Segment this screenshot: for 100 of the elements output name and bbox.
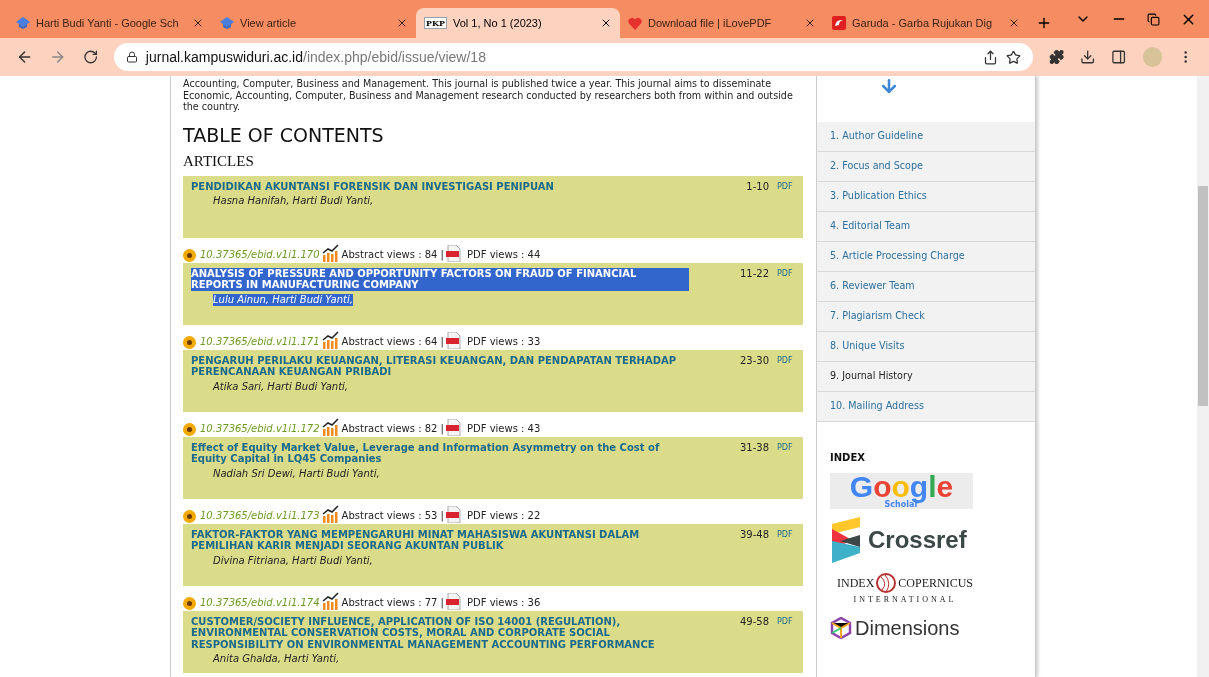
close-icon[interactable]	[1008, 17, 1020, 29]
address-bar[interactable]: jurnal.kampuswiduri.ac.id/index.php/ebid/issue/view/18	[113, 43, 1033, 71]
article-title[interactable]: PENGARUH PERILAKU KEUANGAN, LITERASI KEUANGAN, DAN PENDAPATAN TERHADAP PERENCANAAN KEUANGAN PRIBADI	[191, 354, 689, 378]
doi-icon	[183, 335, 196, 349]
toc-heading: TABLE OF CONTENTS	[183, 122, 385, 147]
sidebar-menu-item[interactable]: 8. Unique Visits	[817, 332, 1035, 362]
index-copernicus-logo[interactable]: INDEX COPERNICUS INTERNATIONAL	[830, 571, 980, 605]
abstract-views: Abstract views : 82 |	[341, 421, 444, 436]
doi-link[interactable]: 10.37365/ebid.v1i1.171	[200, 333, 320, 349]
pdf-file-icon	[446, 592, 461, 610]
article-authors: Hasna Hanifah, Harti Budi Yanti,	[213, 195, 374, 207]
article-title[interactable]: Effect of Equity Market Value, Leverage and Information Asymmetry on the Cost of Equity Capital in LQ45 Companies	[191, 441, 689, 465]
page-range: 1-10	[745, 180, 769, 194]
abstract-views: Abstract views : 84 |	[341, 247, 444, 262]
doi-link[interactable]: 10.37365/ebid.v1i1.174	[200, 594, 320, 610]
pdf-views: PDF views : 44	[467, 247, 541, 262]
graduation-cap-icon	[220, 17, 234, 29]
crossref-logo[interactable]: Crossref	[830, 517, 1035, 563]
pdf-link[interactable]: PDF	[777, 354, 795, 412]
article-title[interactable]: ANALYSIS OF PRESSURE AND OPPORTUNITY FACTORS ON FRAUD OF FINANCIAL REPORTS IN MANUFACTURING COMPANY	[191, 267, 689, 291]
pdf-link[interactable]: PDF	[777, 267, 795, 325]
browser-tab[interactable]: PKP Vol 1, No 1 (2023)	[416, 8, 620, 38]
bar-chart-icon	[321, 330, 340, 349]
doi-icon	[183, 248, 196, 262]
side-panel-icon[interactable]	[1111, 49, 1127, 65]
tab-title: Garuda - Garba Rujukan Dig	[852, 15, 993, 31]
index-heading: INDEX	[829, 451, 866, 465]
pdf-views: PDF views : 33	[467, 334, 541, 349]
browser-tab[interactable]: Harti Budi Yanti - Google Sch	[8, 8, 212, 38]
pdf-file-icon	[446, 505, 461, 523]
sidebar-menu-item[interactable]: 2. Focus and Scope	[817, 152, 1035, 182]
doi-icon	[183, 422, 196, 436]
sidebar-menu-item[interactable]: 10. Mailing Address	[817, 392, 1035, 422]
journal-description: Accounting, Computer, Business and Management. This journal is published twice a year. This journal aims to disseminate Economic, Accounting, Computer, Business and Management research conducted by researchers both from within and outside the country.	[183, 78, 794, 113]
tab-title: Download file | iLovePDF	[648, 15, 773, 31]
article-authors: Divina Fitriana, Harti Budi Yanti,	[213, 554, 373, 567]
pdf-file-icon	[446, 244, 461, 262]
url-path: /index.php/ebid/issue/view/18	[303, 47, 486, 67]
extensions-icon[interactable]	[1048, 49, 1064, 65]
section-heading: ARTICLES	[183, 151, 255, 171]
article-authors: Lulu Ainun, Harti Budi Yanti,	[213, 293, 353, 306]
bar-chart-icon	[321, 243, 340, 262]
download-icon[interactable]	[1079, 49, 1096, 65]
pdf-views: PDF views : 22	[467, 508, 541, 523]
lock-icon	[125, 51, 138, 63]
sidebar-menu-item[interactable]: 4. Editorial Team	[817, 212, 1035, 242]
sidebar-menu-item[interactable]: 1. Author Guideline	[817, 122, 1035, 152]
tab-title: Vol 1, No 1 (2023)	[453, 15, 543, 31]
browser-tab[interactable]: Garuda - Garba Rujukan Dig	[824, 8, 1028, 38]
close-icon[interactable]	[192, 17, 204, 29]
tab-title: View article	[240, 15, 298, 31]
article-title[interactable]: PENDIDIKAN AKUNTANSI FORENSIK DAN INVESTIGASI PENIPUAN	[191, 180, 554, 192]
article-authors: Atika Sari, Harti Budi Yanti,	[213, 380, 349, 393]
pdf-link[interactable]: PDF	[777, 180, 795, 238]
restore-icon[interactable]	[1147, 12, 1160, 26]
browser-tab[interactable]: View article	[212, 8, 416, 38]
doi-icon	[183, 509, 196, 523]
scrollbar[interactable]	[1197, 76, 1209, 677]
pdf-link[interactable]: PDF	[777, 528, 795, 586]
pdf-file-icon	[446, 418, 461, 436]
pdf-file-icon	[446, 331, 461, 349]
close-icon[interactable]	[600, 17, 612, 29]
article-title[interactable]: FAKTOR-FAKTOR YANG MEMPENGARUHI MINAT MAHASISWA AKUNTANSI DALAM PEMILIHAN KARIR MENJADI SEORANG AKUNTAN PUBLIK	[191, 528, 689, 552]
sidebar-menu-item[interactable]: 9. Journal History	[817, 362, 1035, 392]
pdf-link[interactable]: PDF	[777, 615, 795, 673]
doi-icon	[183, 596, 196, 610]
sidebar-menu-item[interactable]: 3. Publication Ethics	[817, 182, 1035, 212]
google-scholar-logo[interactable]: Google Scholar	[830, 473, 973, 509]
tab-title: Harti Budi Yanti - Google Sch	[36, 15, 180, 31]
close-icon[interactable]	[804, 17, 816, 29]
abstract-views: Abstract views : 64 |	[341, 334, 444, 349]
bird-logo-icon	[832, 16, 846, 30]
sidebar-menu-item[interactable]: 7. Plagiarism Check	[817, 302, 1035, 332]
pkp-icon: PKP	[424, 17, 447, 29]
graduation-cap-icon	[16, 17, 30, 29]
share-icon[interactable]	[982, 49, 998, 65]
bar-chart-icon	[321, 591, 340, 610]
dimensions-logo[interactable]: Dimensions	[830, 613, 1035, 643]
url-host: jurnal.kampuswiduri.ac.id	[145, 47, 303, 67]
sidebar-menu-item[interactable]: 5. Article Processing Charge	[817, 242, 1035, 272]
pdf-views: PDF views : 43	[467, 421, 541, 436]
abstract-views: Abstract views : 77 |	[341, 595, 444, 610]
page-range: 49-58	[738, 615, 769, 629]
bookmark-star-icon[interactable]	[1005, 49, 1021, 65]
bar-chart-icon	[321, 417, 340, 436]
abstract-views: Abstract views : 53 |	[341, 508, 444, 523]
new-tab-icon[interactable]	[1036, 15, 1052, 31]
doi-link[interactable]: 10.37365/ebid.v1i1.172	[200, 420, 320, 436]
browser-tab[interactable]: Download file | iLovePDF	[620, 8, 824, 38]
article-title[interactable]: CUSTOMER/SOCIETY INFLUENCE, APPLICATION OF ISO 14001 (REGULATION), ENVIRONMENTAL CONSERVATION COSTS, MORAL AND CORPORATE SOCIAL RESPONSIBILITY ON ENVIRONMENTAL MANAGEMENT ACCOUNTING PERFORMANCE	[191, 615, 689, 650]
bar-chart-icon	[321, 504, 340, 523]
page-range: 23-30	[738, 354, 769, 368]
pdf-link[interactable]: PDF	[777, 441, 795, 499]
doi-link[interactable]: 10.37365/ebid.v1i1.170	[200, 246, 320, 262]
page-range: 11-22	[738, 267, 769, 281]
reload-icon[interactable]	[82, 49, 98, 65]
close-icon[interactable]	[396, 17, 408, 29]
doi-link[interactable]: 10.37365/ebid.v1i1.173	[200, 507, 320, 523]
article-authors: Anita Ghalda, Harti Yanti,	[213, 653, 340, 665]
sidebar-menu-item[interactable]: 6. Reviewer Team	[817, 272, 1035, 302]
